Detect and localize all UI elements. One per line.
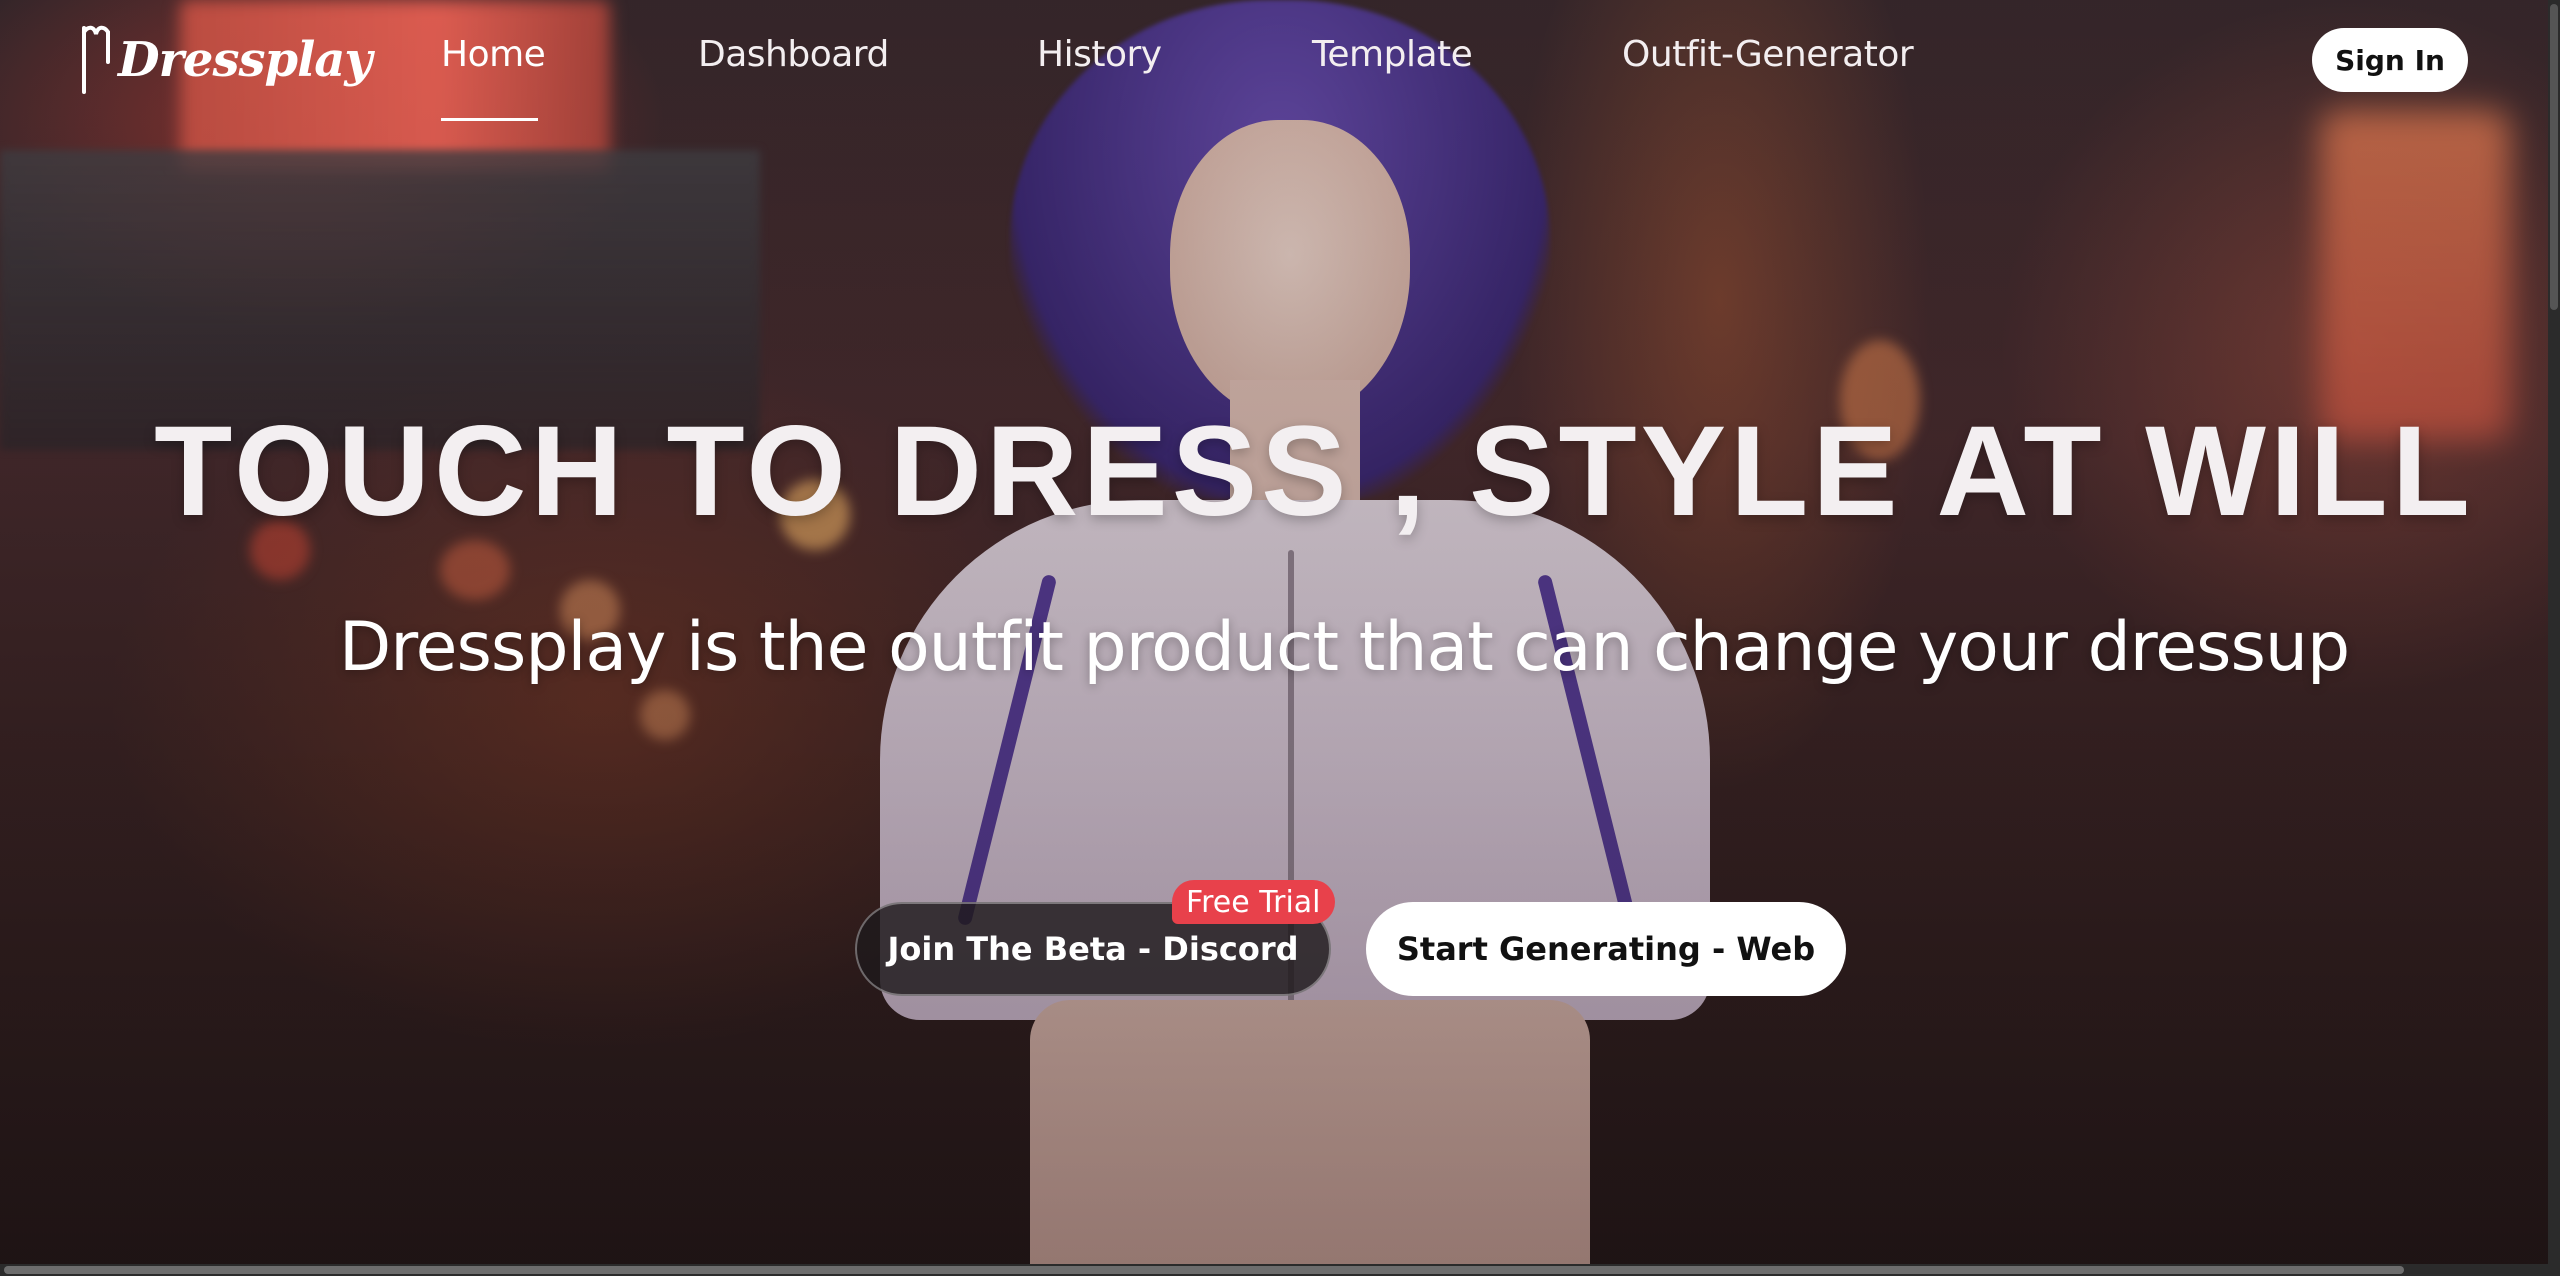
nav-active-underline [441, 118, 538, 121]
nav-dashboard[interactable]: Dashboard [698, 34, 889, 75]
hero-headline: TOUCH TO DRESS , STYLE AT WILL [154, 400, 2474, 543]
brand-logo[interactable]: Dressplay [78, 20, 372, 100]
start-generating-web-button[interactable]: Start Generating - Web [1366, 902, 1846, 996]
vertical-scrollbar[interactable] [2548, 0, 2560, 1264]
nav-history[interactable]: History [1037, 34, 1162, 75]
brand-name: Dressplay [118, 32, 372, 88]
nav-home[interactable]: Home [441, 34, 546, 75]
sign-in-button[interactable]: Sign In [2312, 28, 2468, 92]
free-trial-badge: Free Trial [1172, 880, 1335, 924]
horizontal-scrollbar-thumb[interactable] [4, 1266, 2404, 1274]
horizontal-scrollbar[interactable] [0, 1264, 2560, 1276]
nav-template[interactable]: Template [1312, 34, 1473, 75]
vertical-scrollbar-thumb[interactable] [2550, 4, 2558, 310]
nav-outfit-generator[interactable]: Outfit-Generator [1622, 34, 1914, 75]
hero-subheadline: Dressplay is the outfit product that can… [338, 608, 2350, 687]
hanger-figure-icon [82, 25, 110, 94]
top-nav: Dressplay Home Dashboard History Templat… [0, 0, 2548, 121]
